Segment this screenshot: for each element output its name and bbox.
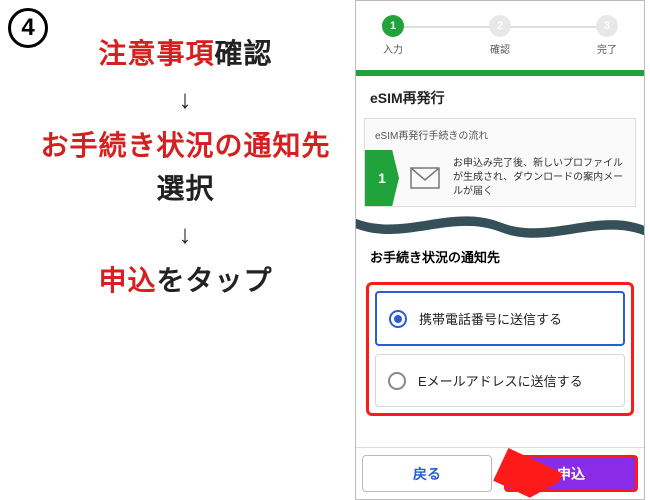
flow-step-number: 1: [365, 150, 399, 206]
down-arrow-icon: ↓: [16, 79, 355, 119]
radio-icon: [389, 310, 407, 328]
step-label-1: 入力: [383, 41, 403, 56]
phone-screen: 1 入力 2 確認 3 完了 eSIM再発行 eSIM再発行手続きの流れ 1: [355, 0, 645, 500]
progress-stepper: 1 入力 2 確認 3 完了: [356, 1, 644, 62]
notify-options-highlight: 携帯電話番号に送信する Eメールアドレスに送信する: [366, 282, 634, 416]
down-arrow-icon: ↓: [16, 214, 355, 254]
step-dot-2: 2: [489, 15, 511, 37]
option-label: 携帯電話番号に送信する: [419, 309, 562, 328]
instruction-line4-red: 申込: [98, 265, 156, 296]
envelope-icon: [399, 150, 451, 206]
instruction-line3-black: 選択: [156, 173, 214, 204]
option-send-to-phone[interactable]: 携帯電話番号に送信する: [375, 291, 625, 346]
back-button[interactable]: 戻る: [362, 455, 492, 492]
instruction-text: 注意事項確認 ↓ お手続き状況の通知先 選択 ↓ 申込をタップ: [16, 32, 355, 302]
step-number-badge: 4: [8, 8, 48, 48]
instruction-line1-black: 確認: [215, 38, 273, 69]
step-dot-1: 1: [382, 15, 404, 37]
step-label-3: 完了: [597, 41, 617, 56]
flow-card: eSIM再発行手続きの流れ 1 お申込み完了後、新しいプロファイルが生成され、ダ…: [364, 118, 636, 207]
back-button-label: 戻る: [413, 464, 441, 484]
option-label: Eメールアドレスに送信する: [418, 371, 583, 390]
step-node-done: 3 完了: [596, 15, 618, 56]
instruction-line4-black: をタップ: [157, 265, 273, 296]
step-number: 4: [21, 14, 34, 42]
step-label-2: 確認: [490, 41, 510, 56]
step-dot-3: 3: [596, 15, 618, 37]
option-send-to-email[interactable]: Eメールアドレスに送信する: [375, 354, 625, 407]
flow-step-text: お申込み完了後、新しいプロファイルが生成され、ダウンロードの案内メールが届く: [451, 150, 635, 206]
notify-section-title: お手続き状況の通知先: [356, 241, 644, 276]
step-node-input: 1 入力: [382, 15, 404, 56]
radio-icon: [388, 372, 406, 390]
instruction-line2-red: お手続き状況の通知先: [40, 130, 330, 161]
flow-card-heading: eSIM再発行手続きの流れ: [365, 119, 635, 150]
instruction-line1-red: 注意事項: [98, 38, 214, 69]
step-node-confirm: 2 確認: [489, 15, 511, 56]
page-title: eSIM再発行: [356, 76, 644, 118]
